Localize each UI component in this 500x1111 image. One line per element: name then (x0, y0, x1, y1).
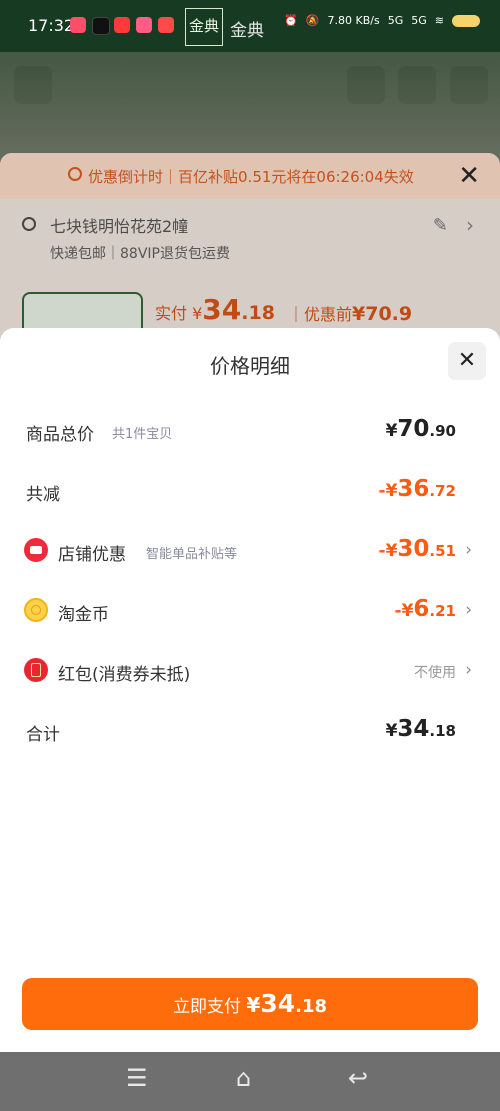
price-detail-sheet: 价格明细 ✕ 商品总价 共1件宝贝 ¥70.90 共减 -¥36.72 店铺优惠… (0, 328, 500, 1052)
row-label: 共减 (26, 485, 60, 505)
close-icon: ✕ (457, 348, 477, 373)
paid-dec: .18 (241, 302, 275, 324)
clock-icon (68, 167, 82, 181)
amount-currency: -¥ (378, 541, 398, 561)
amount-dec: .51 (429, 542, 456, 560)
row-label: 店铺优惠 (58, 545, 126, 565)
pre-label: ｜优惠前 (288, 305, 353, 324)
amount-dec: .21 (429, 602, 456, 620)
app-notification-icon (70, 17, 86, 33)
signal-icon: 5G (387, 14, 404, 27)
app-notification-icon (136, 17, 152, 33)
pay-int: 34 (260, 989, 296, 1018)
mute-icon: 🔕 (305, 14, 320, 27)
price-row-taojinbi[interactable]: 淘金币 -¥6.21 › (0, 590, 500, 630)
close-icon[interactable]: ✕ (458, 161, 480, 191)
status-icons: ⏰ 🔕 7.80 KB/s 5G 5G ≋ (284, 14, 480, 27)
pre-value: ¥70.9 (352, 303, 413, 325)
paid-int: 34 (202, 293, 242, 326)
pay-dec: .18 (295, 996, 327, 1017)
back-icon[interactable]: ↩ (348, 1064, 368, 1092)
amount-int: 70 (397, 416, 430, 442)
amount-currency: -¥ (394, 601, 414, 621)
row-amount: -¥36.72 (379, 476, 456, 502)
price-row-grand-total: 合计 ¥34.18 (0, 710, 500, 750)
countdown-text: 优惠倒计时｜百亿补贴0.51元将在06:26:04失效 (88, 167, 414, 186)
battery-icon (452, 14, 480, 27)
row-amount: -¥30.51 (379, 536, 456, 562)
row-value: 不使用 (414, 665, 456, 681)
sheet-title: 价格明细 (210, 354, 290, 378)
amount-int: 30 (397, 536, 430, 562)
brand-text: 金典 (230, 21, 264, 41)
home-icon[interactable]: ⌂ (236, 1064, 251, 1092)
edit-icon[interactable]: ✎ (433, 215, 448, 236)
location-icon (22, 217, 36, 231)
row-amount: -¥6.21 (395, 596, 456, 622)
amount-dec: .18 (429, 722, 456, 740)
amount-currency: ¥ (385, 421, 398, 441)
amount-dec: .90 (429, 422, 456, 440)
price-row-red-packet[interactable]: 红包(消费券未抵) 不使用 › (0, 650, 500, 690)
status-time: 17:32 (28, 16, 75, 35)
chevron-right-icon: › (465, 600, 472, 620)
brand-logo: 金典 (185, 8, 223, 46)
coin-icon (24, 598, 48, 622)
paid-amount: 实付 ¥34.18 (155, 293, 275, 326)
delivery-address[interactable]: 七块钱明怡花苑2幢 (50, 213, 188, 237)
status-bar: 17:32 金典 金典 ⏰ 🔕 7.80 KB/s 5G 5G ≋ (0, 0, 500, 52)
amount-currency: ¥ (385, 721, 398, 741)
row-label: 红包(消费券未抵) (58, 665, 191, 685)
network-speed: 7.80 KB/s (327, 14, 380, 27)
row-sub: 智能单品补贴等 (146, 547, 238, 562)
chevron-right-icon: › (465, 660, 472, 680)
amount-currency: -¥ (378, 481, 398, 501)
pre-discount-price: ｜优惠前¥70.9 (288, 301, 412, 325)
red-packet-icon (24, 658, 48, 682)
chevron-right-icon[interactable]: › (466, 213, 474, 237)
shipping-info: 快递包邮｜88VIP退货包运费 (50, 246, 230, 262)
shop-icon (24, 538, 48, 562)
paid-label: 实付 ¥ (155, 304, 203, 323)
app-notification-icon (114, 17, 130, 33)
row-amount: ¥70.90 (386, 416, 456, 442)
pay-label: 立即支付 (172, 997, 241, 1017)
amount-int: 36 (397, 476, 430, 502)
pay-now-button[interactable]: 立即支付 ¥34.18 (22, 978, 478, 1030)
amount-int: 34 (397, 716, 430, 742)
tiktok-icon (92, 17, 110, 35)
price-row-discount-total: 共减 -¥36.72 (0, 470, 500, 510)
app-notification-icon (158, 17, 174, 33)
price-row-total: 商品总价 共1件宝贝 ¥70.90 (0, 410, 500, 450)
signal-icon: 5G (411, 14, 427, 27)
row-label: 合计 (26, 725, 60, 745)
price-row-shop-discount[interactable]: 店铺优惠 智能单品补贴等 -¥30.51 › (0, 530, 500, 570)
alarm-icon: ⏰ (284, 14, 298, 27)
system-nav-bar: ☰ ⌂ ↩ (0, 1052, 500, 1111)
pay-currency: ¥ (246, 993, 261, 1017)
row-amount: ¥34.18 (386, 716, 456, 742)
menu-icon[interactable]: ☰ (126, 1064, 148, 1092)
close-button[interactable]: ✕ (448, 342, 486, 380)
row-label: 淘金币 (58, 605, 109, 625)
amount-int: 6 (413, 596, 430, 622)
row-label: 商品总价 (26, 425, 94, 445)
row-sub: 共1件宝贝 (112, 427, 173, 442)
discount-countdown-bar: 优惠倒计时｜百亿补贴0.51元将在06:26:04失效 ✕ (0, 153, 500, 199)
wifi-icon: ≋ (434, 14, 444, 27)
chevron-right-icon: › (465, 540, 472, 560)
amount-dec: .72 (429, 482, 456, 500)
